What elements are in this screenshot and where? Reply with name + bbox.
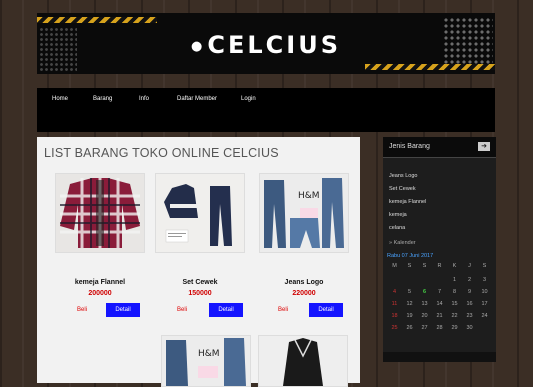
product-image[interactable] <box>258 335 348 387</box>
calendar-day[interactable]: 23 <box>462 313 477 319</box>
calendar-day[interactable]: 14 <box>432 301 447 307</box>
product-name: Jeans Logo <box>284 279 324 286</box>
category-link[interactable]: celana <box>389 225 405 231</box>
nav-daftar-member[interactable]: Daftar Member <box>177 96 217 102</box>
product-card: H&M <box>259 173 349 253</box>
product-image[interactable] <box>155 173 245 253</box>
product-price: 220000 <box>292 290 316 297</box>
logo-mark-icon: ● <box>191 38 206 54</box>
calendar-day[interactable]: 24 <box>477 313 492 319</box>
calendar-day[interactable]: 8 <box>447 289 462 295</box>
svg-text:H&M: H&M <box>298 191 320 201</box>
calendar-day[interactable]: 22 <box>447 313 462 319</box>
calendar-day[interactable]: 10 <box>477 289 492 295</box>
product-card <box>55 173 145 253</box>
product-card <box>155 173 245 253</box>
calendar-weekday: S <box>422 263 427 269</box>
calendar-day[interactable]: 13 <box>417 301 432 307</box>
calendar-day[interactable]: 1 <box>447 277 462 283</box>
sidebar: Jenis Barang ➜ Jeans Logo Set Cewek keme… <box>383 137 496 362</box>
calendar-day[interactable]: 9 <box>462 289 477 295</box>
calendar-weekday: R <box>437 263 442 269</box>
calendar-day[interactable]: 11 <box>387 301 402 307</box>
calendar-day[interactable]: 27 <box>417 325 432 331</box>
product-card: H&M <box>161 335 251 387</box>
buy-link[interactable]: Beli <box>177 307 187 313</box>
calendar-title: Kalender <box>393 240 416 246</box>
nav-login[interactable]: Login <box>241 96 256 102</box>
product-image[interactable] <box>55 173 145 253</box>
site-logo-text: CELCIUS <box>207 31 341 59</box>
page: ●CELCIUS Home Barang Info Daftar Member … <box>0 0 533 387</box>
calendar-day[interactable]: 19 <box>402 313 417 319</box>
product-price: 150000 <box>188 290 212 297</box>
calendar-day[interactable]: 15 <box>447 301 462 307</box>
buy-link[interactable]: Beli <box>77 307 87 313</box>
calendar-day[interactable]: 7 <box>432 289 447 295</box>
page-title: LIST BARANG TOKO ONLINE CELCIUS <box>44 146 279 160</box>
detail-button[interactable]: Detail <box>209 303 243 317</box>
nav-info[interactable]: Info <box>139 96 149 102</box>
calendar-day[interactable]: 2 <box>462 277 477 283</box>
category-link[interactable]: Set Cewek <box>389 186 416 192</box>
product-price: 200000 <box>88 290 112 297</box>
site-logo[interactable]: ●CELCIUS <box>37 31 495 59</box>
calendar-day[interactable]: 16 <box>462 301 477 307</box>
calendar-day[interactable]: 25 <box>387 325 402 331</box>
category-link[interactable]: kemeja Flannel <box>389 199 426 205</box>
main-nav: Home Barang Info Daftar Member Login <box>37 88 495 132</box>
buy-link[interactable]: Beli <box>278 307 288 313</box>
sidebar-footer <box>383 352 496 362</box>
product-name: kemeja Flannel <box>74 279 126 286</box>
category-link[interactable]: kemeja <box>389 212 407 218</box>
category-link[interactable]: Jeans Logo <box>389 173 417 179</box>
calendar-day[interactable]: 30 <box>462 325 477 331</box>
site-header: ●CELCIUS <box>37 13 495 74</box>
calendar-day[interactable]: 28 <box>432 325 447 331</box>
svg-text:H&M: H&M <box>198 349 220 359</box>
product-card <box>258 335 348 387</box>
detail-button[interactable]: Detail <box>309 303 343 317</box>
calendar-date: Rabu 07 Juni 2017 <box>387 253 434 259</box>
sidebar-header: Jenis Barang ➜ <box>383 137 496 158</box>
calendar-day[interactable]: 29 <box>447 325 462 331</box>
product-image[interactable]: H&M <box>161 335 251 387</box>
calendar-day[interactable]: 18 <box>387 313 402 319</box>
calendar-weekday: K <box>452 263 457 269</box>
calendar-day[interactable]: 6 <box>417 289 432 295</box>
calendar-day[interactable]: 20 <box>417 313 432 319</box>
calendar-weekday: S <box>407 263 412 269</box>
calendar-day[interactable]: 17 <box>477 301 492 307</box>
arrow-right-icon[interactable]: ➜ <box>478 142 490 151</box>
calendar-day[interactable]: 3 <box>477 277 492 283</box>
calendar-day[interactable]: 21 <box>432 313 447 319</box>
nav-barang[interactable]: Barang <box>93 96 112 102</box>
product-image[interactable]: H&M <box>259 173 349 253</box>
detail-button[interactable]: Detail <box>106 303 140 317</box>
main-content: LIST BARANG TOKO ONLINE CELCIUS kemeja F… <box>37 137 360 387</box>
calendar-day[interactable]: 26 <box>402 325 417 331</box>
calendar-weekday: S <box>482 263 487 269</box>
nav-home[interactable]: Home <box>52 96 68 102</box>
calendar-day[interactable]: 12 <box>402 301 417 307</box>
calendar-weekday: M <box>392 263 397 269</box>
hazard-stripe-left <box>37 17 157 23</box>
calendar-day[interactable]: 5 <box>402 289 417 295</box>
product-name: Set Cewek <box>182 279 218 286</box>
sidebar-title: Jenis Barang <box>389 143 430 150</box>
calendar-day[interactable]: 4 <box>387 289 402 295</box>
calendar-header: » Kalender <box>389 240 416 246</box>
calendar-weekday: J <box>468 263 471 269</box>
